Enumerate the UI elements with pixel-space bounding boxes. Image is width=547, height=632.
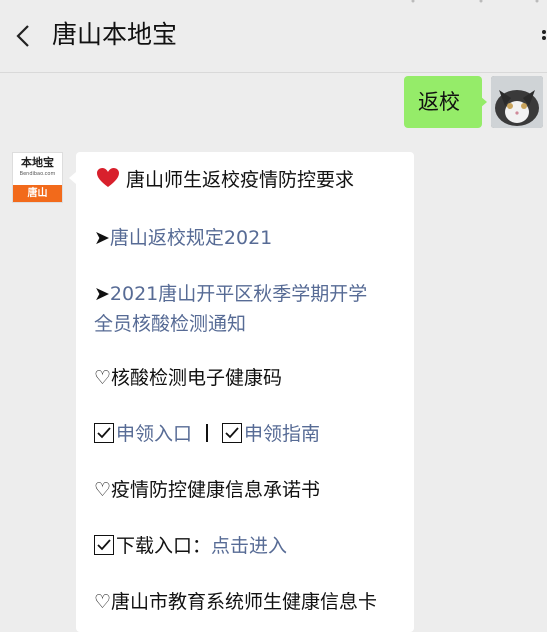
- incoming-bubble-tail: [69, 172, 76, 184]
- outgoing-text: 返校: [418, 90, 460, 114]
- chat-title: 唐山本地宝: [52, 20, 178, 49]
- link1-line: ➤唐山返校规定2021: [94, 224, 272, 252]
- user-avatar[interactable]: [491, 76, 543, 128]
- return-school-rules-link[interactable]: 唐山返校规定2021: [110, 227, 272, 249]
- section-health-card: ♡唐山市教育系统师生健康信息卡: [94, 591, 378, 613]
- bendibao-avatar[interactable]: 本地宝 Bendibao.com 唐山: [12, 152, 63, 203]
- back-arrow-icon[interactable]: [10, 22, 38, 50]
- checkbox-icon: [222, 423, 243, 443]
- kaiping-nucleic-test-link[interactable]: 2021唐山开平区秋季学期开学: [110, 283, 367, 305]
- incoming-bubble: 唐山师生返校疫情防控要求 ➤唐山返校规定2021 ➤2021唐山开平区秋季学期开…: [76, 152, 414, 632]
- outgoing-message-row: 返校: [0, 72, 547, 142]
- link2-line-2: 全员核酸检测通知: [94, 310, 246, 338]
- download-link[interactable]: 点击进入: [211, 535, 287, 557]
- cat-avatar-icon: [491, 76, 543, 128]
- section-pledge: ♡疫情防控健康信息承诺书: [94, 479, 321, 501]
- outgoing-bubble[interactable]: 返校: [404, 76, 482, 128]
- separator: [206, 424, 209, 442]
- arrow-icon: ➤: [94, 227, 110, 249]
- logo-text: 本地宝: [13, 153, 62, 185]
- outgoing-bubble-tail: [480, 96, 487, 108]
- download-label: 下载入口：: [116, 535, 212, 557]
- arrow-icon: ➤: [94, 283, 110, 305]
- section-health-code: ♡核酸检测电子健康码: [94, 367, 283, 389]
- kaiping-nucleic-test-link-cont[interactable]: 全员核酸检测通知: [94, 313, 246, 335]
- logo-city: 唐山: [13, 185, 62, 202]
- checkbox-icon: [94, 535, 114, 555]
- download-line: 下载入口：点击进入: [94, 532, 287, 560]
- more-icon[interactable]: [538, 30, 547, 44]
- checkbox-icon: [94, 423, 114, 443]
- apply-entry-link[interactable]: 申领入口: [116, 423, 192, 445]
- apply-line: 申领入口 申领指南: [94, 420, 320, 448]
- heading-line: 唐山师生返校疫情防控要求: [96, 166, 354, 194]
- chat-header: 唐山本地宝: [0, 0, 547, 73]
- logo-url: Bendibao.com: [19, 171, 56, 177]
- link2-line: ➤2021唐山开平区秋季学期开学: [94, 280, 367, 308]
- apply-guide-link[interactable]: 申领指南: [244, 423, 320, 445]
- heart-icon: [97, 168, 119, 187]
- heading-text: 唐山师生返校疫情防控要求: [126, 169, 355, 191]
- top-dots-icon: [411, 0, 539, 3]
